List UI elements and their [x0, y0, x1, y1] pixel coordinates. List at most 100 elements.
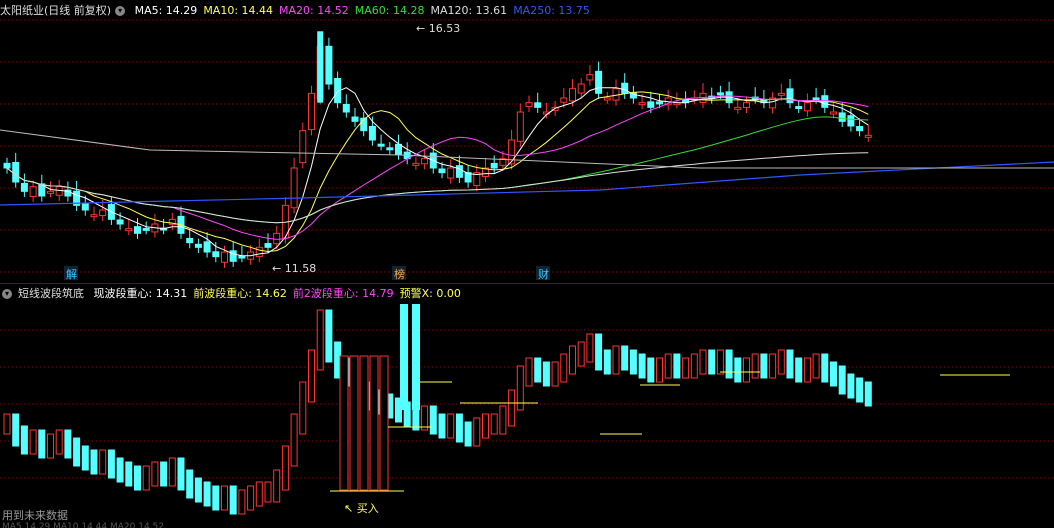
- candle-body: [864, 134, 872, 138]
- indicator-bar: [751, 353, 759, 379]
- candle-body: [221, 251, 228, 263]
- indicator-bar: [12, 413, 20, 447]
- indicator-bar: [838, 365, 846, 395]
- indicator-bar: [830, 361, 837, 387]
- candle-body: [386, 147, 394, 151]
- indicator-bar-high: [412, 304, 420, 410]
- candle-body: [395, 143, 402, 155]
- candle-body: [203, 241, 211, 253]
- indicator-bar: [847, 373, 855, 399]
- chart-canvas[interactable]: ← 16.53 ← 11.58 解 榜 财 ↖ 买入: [0, 0, 1054, 528]
- indicator-bar: [125, 461, 133, 487]
- candle-body: [342, 103, 350, 113]
- indicator-bar: [177, 457, 185, 491]
- indicator-bar: [786, 349, 794, 379]
- event-marker: 财: [538, 267, 549, 281]
- indicator-bar: [760, 353, 768, 379]
- candle-body: [447, 167, 455, 179]
- indicator-bar: [107, 449, 115, 479]
- indicator-bar: [273, 469, 281, 503]
- candle-body: [577, 83, 585, 94]
- candle-body: [455, 165, 463, 178]
- candle-body: [99, 209, 107, 217]
- indicator-bar: [708, 349, 716, 375]
- indicator-bar: [38, 429, 46, 459]
- candle-body: [308, 92, 315, 131]
- indicator-bar: [482, 413, 489, 439]
- indicator-bar: [20, 425, 28, 455]
- candle-body: [595, 70, 603, 94]
- indicator-bar: [29, 429, 37, 455]
- candle-body: [777, 92, 785, 96]
- candle-body: [238, 255, 246, 259]
- candle-body: [734, 106, 742, 110]
- candle-body: [29, 186, 37, 198]
- candle-body: [81, 202, 89, 211]
- indicator-bar: [160, 461, 168, 487]
- indicator-bar: [795, 357, 803, 383]
- candle-body: [812, 97, 820, 101]
- candle-body: [647, 101, 655, 108]
- candle-body: [421, 158, 429, 165]
- indicator-bar: [142, 465, 150, 491]
- indicator-bar: [194, 477, 202, 503]
- indicator-bar: [534, 357, 542, 383]
- indicator-bar: [577, 341, 585, 367]
- indicator-bar: [290, 413, 298, 467]
- candle-body: [325, 45, 333, 85]
- candle-body: [803, 102, 811, 112]
- candle-body: [273, 232, 281, 245]
- buy-zone-bar: [349, 355, 359, 491]
- indicator-bar: [90, 449, 98, 475]
- indicator-bar: [560, 353, 568, 383]
- indicator-bar: [725, 349, 733, 379]
- indicator-bar: [525, 357, 533, 387]
- indicator-bar: [656, 357, 663, 383]
- indicator-bar: [247, 485, 255, 511]
- buy-zone-bar: [369, 355, 379, 491]
- candle-body: [534, 102, 542, 108]
- indicator-bar: [421, 405, 429, 431]
- candle-body: [3, 162, 11, 169]
- indicator-bar: [151, 461, 159, 487]
- indicator-bar: [499, 405, 507, 435]
- indicator-bar: [673, 353, 681, 379]
- candle-body: [116, 219, 124, 225]
- indicator-bar: [186, 469, 194, 499]
- indicator-bar: [821, 353, 829, 383]
- indicator-bar: [682, 357, 690, 379]
- candle-body: [20, 182, 28, 192]
- indicator-bar: [490, 413, 498, 435]
- candle-body: [586, 74, 594, 81]
- indicator-bar: [64, 429, 72, 459]
- candle-body: [125, 228, 133, 232]
- indicator-bar: [664, 353, 672, 379]
- candle-body: [490, 162, 498, 169]
- indicator-bar: [221, 485, 228, 511]
- high-price-label: ← 16.53: [416, 22, 460, 35]
- indicator-bar: [603, 349, 611, 375]
- indicator-bar: [55, 429, 63, 455]
- indicator-bar: [429, 405, 437, 435]
- candle-body: [856, 126, 864, 132]
- indicator-bar: [203, 481, 211, 507]
- indicator-bar: [812, 353, 820, 379]
- candle-body: [255, 246, 263, 258]
- candle-body: [638, 102, 646, 106]
- indicator-bar: [699, 349, 707, 375]
- candle-body: [560, 97, 568, 103]
- indicator-bar: [542, 361, 550, 387]
- indicator-bar: [551, 361, 559, 387]
- buy-zone-bar: [379, 355, 389, 491]
- indicator-bar: [3, 413, 11, 435]
- indicator-bar: [621, 345, 629, 371]
- indicator-bar: [690, 353, 698, 379]
- indicator-bar: [586, 333, 594, 363]
- indicator-bar: [612, 345, 620, 375]
- candle-body: [212, 251, 220, 258]
- candle-body: [194, 243, 202, 248]
- indicator-bar: [716, 349, 724, 375]
- candle-body: [186, 237, 194, 244]
- indicator-bar: [308, 349, 315, 403]
- candle-body: [795, 106, 803, 110]
